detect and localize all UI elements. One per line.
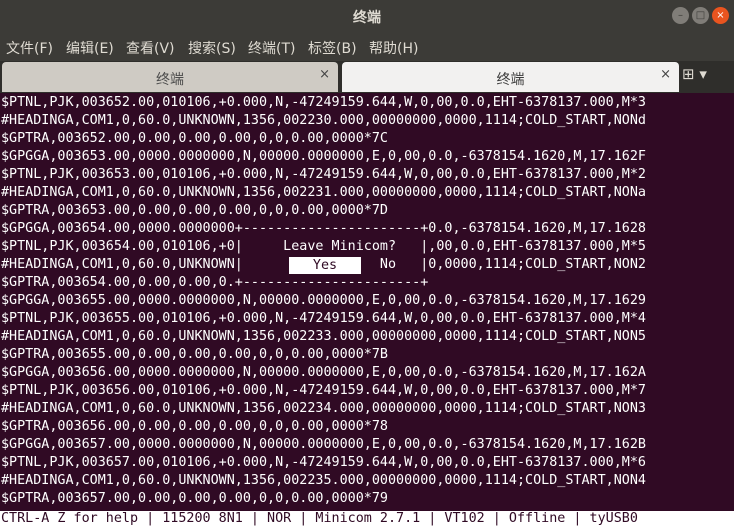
terminal-line: $PTNL,PJK,003653.00,010106,+0.000,N,-472… <box>1 167 646 182</box>
tab-close-icon[interactable]: × <box>660 67 671 82</box>
terminal-line: $GPGGA,003654.00,0000.0000000+----------… <box>1 221 646 236</box>
terminal-line: $PTNL,PJK,003657.00,010106,+0.000,N,-472… <box>1 455 646 470</box>
menu-view[interactable]: 查看(V) <box>126 38 175 58</box>
status-text: CTRL-A Z for help | 115200 8N1 | NOR | M… <box>1 511 638 526</box>
menu-help[interactable]: 帮助(H) <box>369 38 418 58</box>
terminal-line: #HEADINGA,COM1,0,60.0,UNKNOWN| No |0,000… <box>1 257 646 272</box>
menu-search[interactable]: 搜索(S) <box>188 38 236 58</box>
terminal-line: #HEADINGA,COM1,0,60.0,UNKNOWN,1356,00223… <box>1 401 646 416</box>
tab-terminal-1[interactable]: 终端 × <box>2 62 338 92</box>
terminal-line: #HEADINGA,COM1,0,60.0,UNKNOWN,1356,00223… <box>1 329 646 344</box>
terminal-line: $GPGGA,003655.00,0000.0000000,N,00000.00… <box>1 293 646 308</box>
menu-edit[interactable]: 编辑(E) <box>66 38 114 58</box>
terminal-line: $GPGGA,003656.00,0000.0000000,N,00000.00… <box>1 365 646 380</box>
terminal-line: $GPTRA,003657.00,0.00,0.00,0.00,0,0,0.00… <box>1 491 388 506</box>
terminal-line: $GPTRA,003654.00,0.00,0.00,0.+----------… <box>1 275 429 290</box>
terminal-line: $GPTRA,003655.00,0.00,0.00,0.00,0,0,0.00… <box>1 347 388 362</box>
tab-close-icon[interactable]: × <box>319 67 330 82</box>
terminal-line: #HEADINGA,COM1,0,60.0,UNKNOWN,1356,00223… <box>1 185 646 200</box>
menu-file[interactable]: 文件(F) <box>6 38 53 58</box>
terminal-line: $PTNL,PJK,003652.00,010106,+0.000,N,-472… <box>1 95 646 110</box>
window-title: 终端 <box>353 10 381 26</box>
title-bar: 终端 – □ × <box>0 0 734 32</box>
terminal-line: $PTNL,PJK,003655.00,010106,+0.000,N,-472… <box>1 311 646 326</box>
terminal-line: $PTNL,PJK,003656.00,010106,+0.000,N,-472… <box>1 383 646 398</box>
terminal-line: $GPTRA,003656.00,0.00,0.00,0.00,0,0,0.00… <box>1 419 388 434</box>
menu-bar: 文件(F) 编辑(E) 查看(V) 搜索(S) 终端(T) 标签(B) 帮助(H… <box>0 32 734 61</box>
terminal-line: #HEADINGA,COM1,0,60.0,UNKNOWN,1356,00223… <box>1 113 646 128</box>
terminal-line: $GPTRA,003652.00,0.00,0.00,0.00,0,0,0.00… <box>1 131 388 146</box>
minicom-status-bar: CTRL-A Z for help | 115200 8N1 | NOR | M… <box>0 511 734 527</box>
tab-label: 终端 <box>496 72 525 88</box>
terminal-line: $PTNL,PJK,003654.00,010106,+0| Leave Min… <box>1 239 646 254</box>
terminal-line: $GPGGA,003657.00,0000.0000000,N,00000.00… <box>1 437 646 452</box>
minimize-button[interactable]: – <box>672 7 689 24</box>
terminal-output[interactable]: $PTNL,PJK,003652.00,010106,+0.000,N,-472… <box>0 94 734 511</box>
terminal-line: $GPGGA,003653.00,0000.0000000,N,00000.00… <box>1 149 646 164</box>
close-button[interactable]: × <box>712 7 729 24</box>
menu-tabs[interactable]: 标签(B) <box>308 38 357 58</box>
tab-terminal-2[interactable]: 终端 × <box>342 62 679 92</box>
new-tab-icon[interactable]: ⊞ ▾ <box>682 65 730 89</box>
menu-terminal[interactable]: 终端(T) <box>248 38 295 58</box>
terminal-line: #HEADINGA,COM1,0,60.0,UNKNOWN,1356,00223… <box>1 473 646 488</box>
tab-bar: 终端 × 终端 × ⊞ ▾ <box>0 61 734 93</box>
dialog-yes-button[interactable]: Yes <box>289 257 361 274</box>
terminal-line: $GPTRA,003653.00,0.00,0.00,0.00,0,0,0.00… <box>1 203 388 218</box>
tab-label: 终端 <box>156 72 184 88</box>
maximize-button[interactable]: □ <box>692 7 709 24</box>
